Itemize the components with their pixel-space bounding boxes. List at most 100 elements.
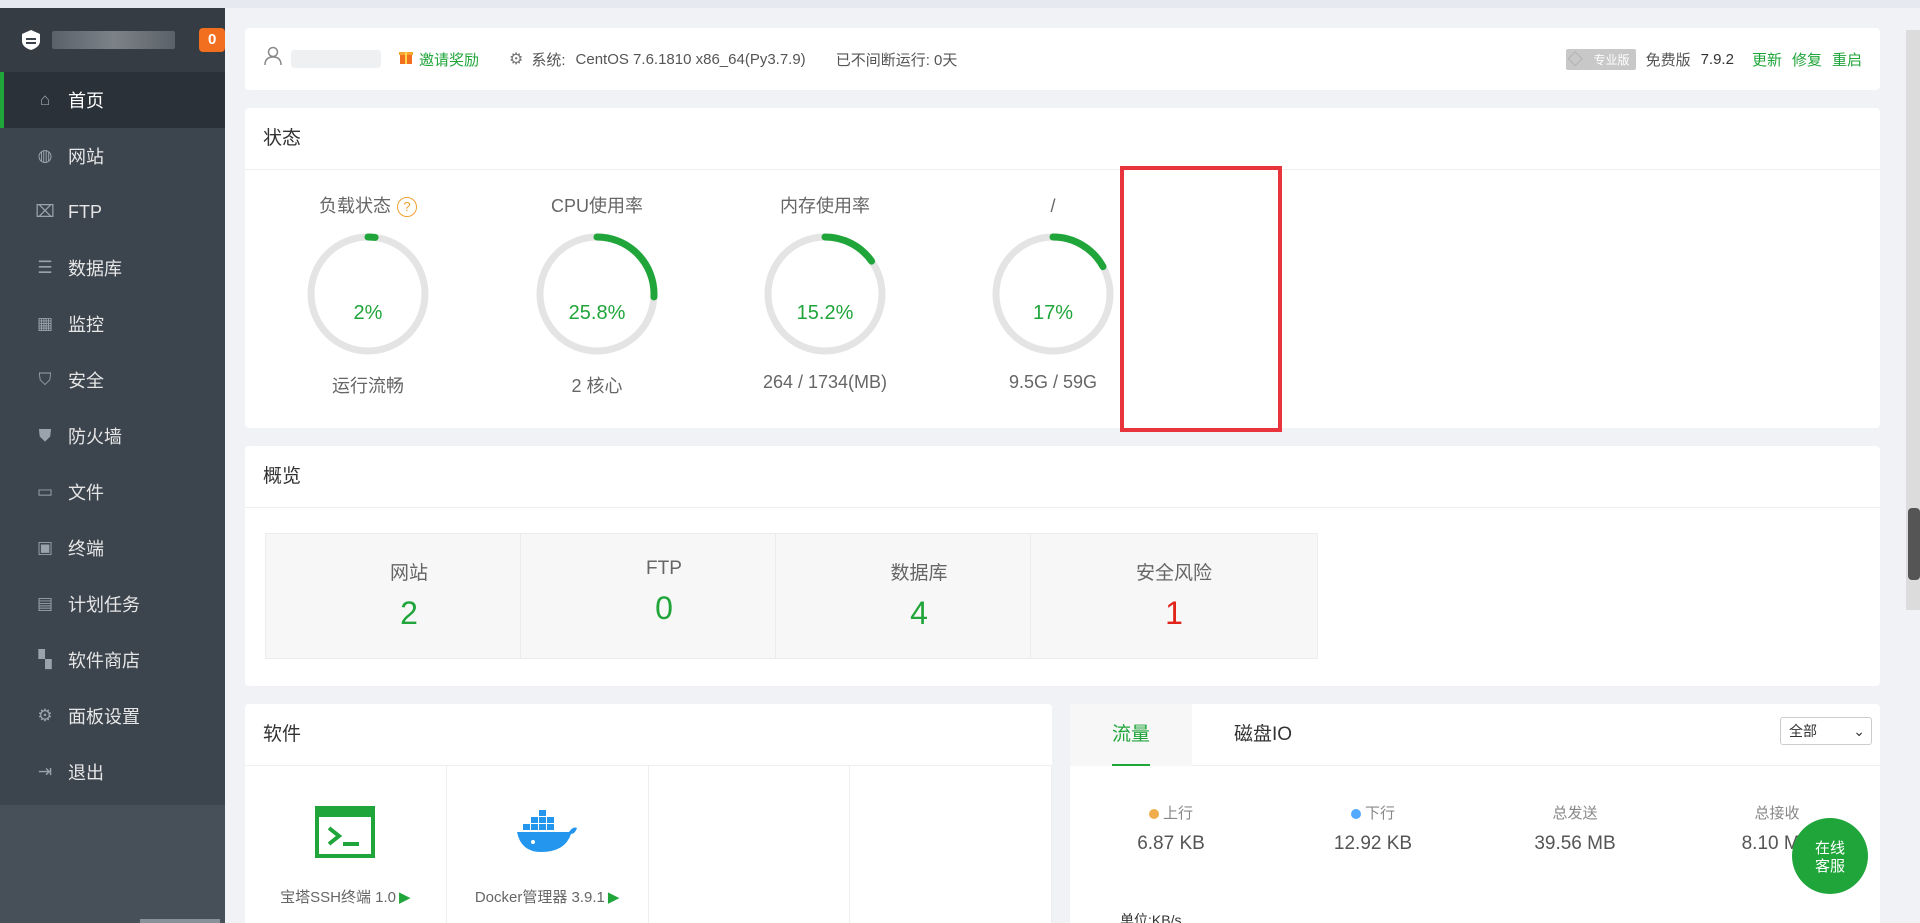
system-label: 系统: xyxy=(531,51,566,69)
restart-link[interactable]: 重启 xyxy=(1832,49,1862,70)
software-grid: 宝塔SSH终端 1.0 ▶ Docker管理器 3.9.1 ▶ xyxy=(245,766,1052,923)
sidebar-item-label: 文件 xyxy=(68,483,104,503)
tab-disk-io[interactable]: 磁盘IO xyxy=(1192,704,1334,766)
monitor-icon: ▦ xyxy=(36,314,54,333)
folder-icon: ▭ xyxy=(36,482,54,501)
gauge-title-text: 负载状态 xyxy=(319,196,391,216)
gauge: 内存使用率 15.2% 264 / 1734(MB) xyxy=(735,192,915,393)
uptime-text: 已不间断运行: 0天 xyxy=(835,51,958,69)
sidebar-item[interactable]: ☰ 数据库 xyxy=(0,240,225,296)
overview-card[interactable]: 安全风险 1 xyxy=(1030,533,1318,659)
sidebar-item[interactable]: ⌂ 首页 xyxy=(0,72,225,128)
notification-badge[interactable]: 0 xyxy=(199,28,225,52)
gauge: / 17% 9.5G / 59G xyxy=(963,192,1143,393)
logout-icon: ⇥ xyxy=(37,762,53,781)
overview-value: 1 xyxy=(1165,595,1183,631)
software-item-docker[interactable]: Docker管理器 3.9.1 ▶ xyxy=(447,766,649,923)
interface-select[interactable]: 全部 ⌄ xyxy=(1780,717,1872,745)
software-item-empty xyxy=(850,766,1052,923)
status-panel: 状态 负载状态? 2% 运行流畅 CPU使用率 25.8% 2 核心 内存使用率 15.2% 2… xyxy=(245,108,1880,428)
system-gear-icon: ⚙ xyxy=(509,51,524,68)
overview-grid: 网站 2 FTP 0 数据库 4 安全风险 1 xyxy=(245,508,1880,684)
gauges: 负载状态? 2% 运行流畅 CPU使用率 25.8% 2 核心 内存使用率 15.2% 264 … xyxy=(245,170,1880,426)
diamond-icon: ◇ xyxy=(1567,46,1583,69)
logo-icon xyxy=(20,29,42,51)
firewall-icon: ⛊ xyxy=(38,426,52,445)
overview-label: 安全风险 xyxy=(1135,563,1212,584)
overview-value: 0 xyxy=(655,590,673,626)
sidebar-footer xyxy=(0,805,225,923)
overview-card[interactable]: FTP 0 xyxy=(520,533,808,659)
overview-card[interactable]: 数据库 4 xyxy=(775,533,1063,659)
sidebar-item[interactable]: ▣ 终端 xyxy=(0,520,225,576)
username-blurred xyxy=(291,50,381,68)
system-value: CentOS 7.6.1810 x86_64(Py3.7.9) xyxy=(575,50,806,68)
sidebar-item[interactable]: ▚ 软件商店 xyxy=(0,632,225,688)
free-edition-label: 免费版 xyxy=(1645,51,1691,69)
ftp-icon: ⌧ xyxy=(35,202,55,221)
software-label-docker: Docker管理器 3.9.1 xyxy=(474,889,605,906)
overview-panel: 概览 网站 2 FTP 0 数据库 4 安全风险 1 xyxy=(245,446,1880,686)
traffic-stat-label: 总发送 xyxy=(1474,802,1676,823)
overview-card[interactable]: 网站 2 xyxy=(265,533,553,659)
sidebar-item[interactable]: ⇥ 退出 xyxy=(0,744,225,800)
gauge-subtext: 264 / 1734(MB) xyxy=(762,372,888,392)
traffic-stat: 下行 12.92 KB xyxy=(1272,802,1474,855)
sidebar-item[interactable]: ▦ 监控 xyxy=(0,296,225,352)
online-support-button[interactable]: 在线 客服 xyxy=(1792,818,1868,894)
chevron-down-icon: ⌄ xyxy=(1853,723,1865,739)
help-icon[interactable]: ? xyxy=(397,197,417,218)
sidebar-item[interactable]: ⛉ 安全 xyxy=(0,352,225,408)
user-icon xyxy=(263,46,283,72)
pro-edition-tag[interactable]: ◇ 专业版 xyxy=(1565,47,1636,70)
sidebar-item[interactable]: ◍ 网站 xyxy=(0,128,225,184)
overview-title: 概览 xyxy=(245,446,1880,508)
repair-link[interactable]: 修复 xyxy=(1792,49,1822,70)
traffic-stat-value: 12.92 KB xyxy=(1333,833,1413,854)
docker-icon xyxy=(447,804,648,860)
sidebar-item[interactable]: ▭ 文件 xyxy=(0,464,225,520)
gear-icon: ⚙ xyxy=(37,706,53,725)
gauge-title-text: / xyxy=(1050,196,1056,216)
software-item-empty xyxy=(649,766,851,923)
gauge-subtext: 运行流畅 xyxy=(332,376,404,396)
calendar-icon: ▤ xyxy=(36,594,54,613)
sidebar-item[interactable]: ⌧ FTP xyxy=(0,184,225,240)
disk-highlight-box xyxy=(1120,166,1282,432)
software-label-ssh: 宝塔SSH终端 1.0 xyxy=(280,889,397,906)
sidebar-item-label: 终端 xyxy=(68,539,104,559)
database-icon: ☰ xyxy=(37,258,53,277)
chat-line2: 客服 xyxy=(1814,858,1845,875)
tab-traffic[interactable]: 流量 xyxy=(1070,703,1193,766)
gauge-ring xyxy=(764,233,886,355)
open-arrow-icon[interactable]: ▶ xyxy=(608,889,620,906)
traffic-stat-label-text: 下行 xyxy=(1364,805,1395,822)
overview-label: 数据库 xyxy=(890,563,948,584)
software-panel: 软件 宝塔SSH终端 1.0 ▶ Docker管理器 3.9.1 ▶ xyxy=(245,704,1052,923)
main-content: 邀请奖励 ⚙ 系统: CentOS 7.6.1810 x86_64(Py3.7.… xyxy=(225,8,1920,923)
sidebar-item[interactable]: ▤ 计划任务 xyxy=(0,576,225,632)
top-header: 邀请奖励 ⚙ 系统: CentOS 7.6.1810 x86_64(Py3.7.… xyxy=(245,28,1880,90)
scrollbar-thumb[interactable] xyxy=(1908,508,1920,580)
gauge-title: 负载状态? xyxy=(278,192,458,220)
gauge: 负载状态? 2% 运行流畅 xyxy=(278,192,458,398)
sidebar: 0 ⌂ 首页 ◍ 网站 ⌧ FTP ☰ 数据库 ▦ 监控 ⛉ 安全 ⛊ 防火墙 ▭ 文件 ▣ 终端 ▤ 计划任务 ▚ 软件… xyxy=(0,8,225,923)
sidebar-item-label: 数据库 xyxy=(68,259,122,279)
sidebar-item[interactable]: ⛊ 防火墙 xyxy=(0,408,225,464)
gauge-value: 25.8% xyxy=(568,302,626,324)
shield-check-icon: ⛉ xyxy=(38,370,52,389)
gift-icon xyxy=(399,49,413,69)
brand: 0 xyxy=(0,8,225,72)
open-arrow-icon[interactable]: ▶ xyxy=(399,889,411,906)
gauge: CPU使用率 25.8% 2 核心 xyxy=(507,192,687,398)
update-link[interactable]: 更新 xyxy=(1752,49,1782,70)
sidebar-item[interactable]: ⚙ 面板设置 xyxy=(0,688,225,744)
sidebar-item-label: 安全 xyxy=(68,371,104,391)
server-name-blurred xyxy=(52,31,176,49)
traffic-tabs: 流量 磁盘IO 全部 ⌄ xyxy=(1070,703,1880,766)
invite-reward-link[interactable]: 邀请奖励 xyxy=(419,49,479,70)
software-item-ssh[interactable]: 宝塔SSH终端 1.0 ▶ xyxy=(245,766,447,923)
chat-line1: 在线 xyxy=(1814,840,1845,857)
gauge-value: 15.2% xyxy=(796,302,854,324)
overview-value: 2 xyxy=(400,595,418,631)
